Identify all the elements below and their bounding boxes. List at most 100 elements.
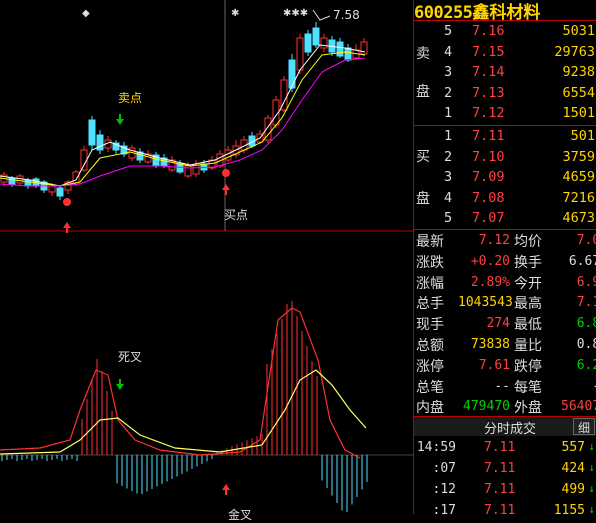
kline-chart[interactable]: ◆ ✱ ✱✱✱ — [0, 0, 413, 514]
tick-time: :17 — [432, 503, 456, 518]
candle-body — [320, 37, 328, 49]
sell-order-row[interactable]: 5 7.16 5031 — [442, 21, 596, 41]
candle-body — [312, 27, 320, 46]
stat-label: 最高 — [514, 296, 542, 313]
buy-label-1: 买 — [416, 149, 430, 165]
stat-row: 总手 1043543最高 7.15 — [414, 292, 596, 313]
sell-order-row[interactable]: 1 7.12 1501 — [442, 103, 596, 123]
stat-value: 0.84 — [576, 337, 596, 352]
stat-label: 涨幅 — [416, 275, 444, 292]
dif-line — [0, 307, 361, 459]
stat-row: 内盘 479470外盘 564073 — [414, 396, 596, 417]
sell-order-volume: 9238 — [562, 64, 595, 80]
buy-order-volume: 4659 — [562, 169, 595, 185]
stats-box: 最新 7.12 均价 7.08 涨跌 +0.20换手 6.67% 涨幅 2.89%今开 6.93 总… — [414, 229, 596, 417]
buy-order-price: 7.11 — [472, 128, 505, 144]
peak-price-label: 7.58 — [333, 8, 360, 22]
buy-order-price: 7.07 — [472, 210, 505, 226]
stat-value: 6.67% — [568, 253, 596, 269]
candle-body — [304, 33, 312, 53]
buy-arrow-icon — [63, 222, 71, 228]
ticks-title: 分时成交 — [484, 422, 537, 437]
sell-arrow-icon — [116, 119, 124, 125]
sell-order-volume: 6554 — [562, 84, 595, 101]
stat-label: 最低 — [514, 317, 542, 334]
stat-label: 量比 — [514, 338, 542, 354]
sell-order-row[interactable]: 3 7.14 9238 — [442, 62, 596, 82]
tick-row[interactable]: :17 7.11 1155 ↓ — [414, 501, 596, 522]
stat-label: 最新 — [416, 234, 444, 250]
tick-direction-icon: ↓ — [588, 503, 595, 516]
stat-row: 总笔--每笔-- — [414, 376, 596, 397]
tick-row[interactable]: 14:59 7.11 557 ↓ — [414, 438, 596, 459]
top-marker: ◆ — [82, 8, 90, 19]
sell-order-level: 2 — [444, 84, 453, 101]
sell-label-1: 卖 — [416, 46, 430, 62]
tick-row[interactable]: :07 7.11 424 ↓ — [414, 459, 596, 480]
tick-time: :12 — [432, 482, 456, 497]
stat-label: 外盘 — [514, 400, 542, 417]
stat-label: 总额 — [416, 338, 444, 354]
stat-value: 1043543 — [458, 295, 513, 311]
buy-orders-box: 买 盘 1 7.11 501 2 7.10 3759 3 7.09 4659 4 7.08 7216 5… — [414, 125, 596, 229]
sell-order-price: 7.15 — [472, 43, 505, 60]
stock-header: 600255鑫科材料 — [414, 0, 596, 23]
tick-time: 14:59 — [416, 440, 456, 455]
tick-time: :07 — [432, 461, 456, 476]
sell-order-level: 3 — [444, 64, 453, 80]
tick-row[interactable]: :12 7.11 499 ↓ — [414, 480, 596, 501]
buy-order-level: 2 — [444, 148, 453, 165]
buy-order-level: 1 — [444, 128, 453, 144]
stat-value: +0.20 — [470, 253, 510, 269]
buy-order-row[interactable]: 3 7.09 4659 — [442, 167, 596, 187]
sell-order-level: 4 — [444, 43, 453, 60]
tick-price: 7.11 — [484, 482, 516, 497]
ticks-header: 分时成交 细 — [414, 416, 596, 437]
buy-order-volume: 501 — [570, 128, 595, 144]
sell-order-row[interactable]: 4 7.15 29763 — [442, 42, 596, 62]
kline-chart-area[interactable]: ◆ ✱ ✱✱✱ 卖点 买点 死叉 金叉 7.58 — [0, 0, 413, 522]
buy-order-row[interactable]: 4 7.08 7216 — [442, 188, 596, 208]
top-marker: ✱ — [231, 8, 239, 19]
candle-body — [88, 119, 96, 146]
stat-row: 总额 73838 量比 0.84 — [414, 334, 596, 355]
buy-order-row[interactable]: 1 7.11 501 — [442, 126, 596, 146]
stat-row: 最新 7.12 均价 7.08 — [414, 230, 596, 251]
stat-label: 均价 — [514, 234, 542, 250]
buy-label-2: 盘 — [416, 191, 430, 207]
sell-order-row[interactable]: 2 7.13 6554 — [442, 83, 596, 103]
sell-order-volume: 29763 — [554, 43, 595, 60]
stat-row: 涨跌 +0.20换手 6.67% — [414, 251, 596, 272]
buy-order-level: 5 — [444, 210, 453, 226]
buy-order-price: 7.10 — [472, 148, 505, 165]
tick-price: 7.11 — [484, 440, 516, 455]
sell-order-level: 1 — [444, 105, 453, 121]
candle-body — [48, 185, 56, 193]
sell-label-2: 盘 — [416, 84, 430, 100]
golden-cross-arrow-icon — [222, 484, 230, 490]
signal-dot — [222, 169, 230, 177]
tick-volume: 424 — [561, 461, 585, 476]
stat-row: 涨幅 2.89%今开 6.93 — [414, 272, 596, 293]
buy-order-row[interactable]: 5 7.07 4673 — [442, 208, 596, 228]
stat-label: 涨停 — [416, 358, 444, 375]
sell-order-volume: 5031 — [562, 23, 595, 39]
tick-price: 7.11 — [484, 461, 516, 476]
candle-body — [288, 59, 296, 89]
sell-order-price: 7.13 — [472, 84, 505, 101]
stat-value: 274 — [486, 316, 510, 332]
stat-label: 换手 — [514, 254, 542, 271]
tick-volume: 499 — [561, 482, 585, 497]
candle-body — [176, 163, 184, 173]
tick-volume: 1155 — [553, 503, 585, 518]
stat-label: 跌停 — [514, 358, 542, 375]
buy-order-volume: 4673 — [562, 210, 595, 226]
golden-cross-label: 金叉 — [228, 508, 253, 522]
buy-order-level: 4 — [444, 189, 453, 206]
buy-order-row[interactable]: 2 7.10 3759 — [442, 147, 596, 167]
detail-button[interactable]: 细 — [573, 418, 595, 435]
candle-body — [344, 47, 352, 61]
stat-row: 现手 274最低 6.89 — [414, 313, 596, 334]
quote-panel: 600255鑫科材料 卖 盘 5 7.16 5031 4 7.15 29763 3 7.14 9… — [413, 0, 596, 518]
stat-label: 总笔 — [416, 379, 444, 396]
